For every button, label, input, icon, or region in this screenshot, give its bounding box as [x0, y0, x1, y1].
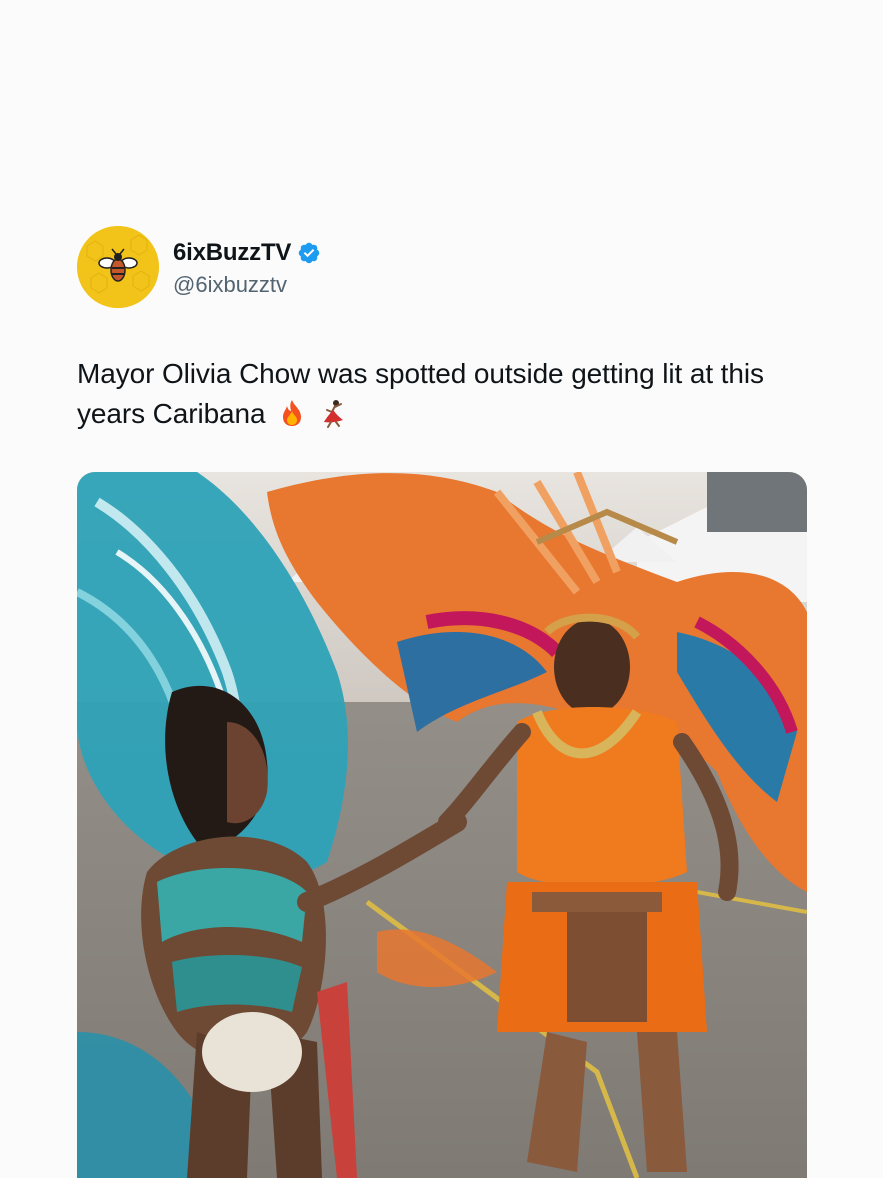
tweet-card: 6ixBuzzTV @6ixbuzztv Mayor Olivia Chow w… [77, 226, 807, 434]
fire-emoji [283, 400, 302, 426]
name-row: 6ixBuzzTV [173, 236, 321, 270]
tweet-text: Mayor Olivia Chow was spotted outside ge… [77, 354, 807, 434]
tweet-header: 6ixBuzzTV @6ixbuzztv [77, 226, 807, 308]
handle[interactable]: @6ixbuzztv [173, 272, 321, 298]
bee-logo-icon [77, 226, 159, 308]
carnival-photo [77, 472, 807, 1178]
tweet-media-photo[interactable] [77, 472, 807, 1178]
dancer-emoji [323, 400, 343, 428]
tweet-author: 6ixBuzzTV @6ixbuzztv [173, 236, 321, 298]
avatar[interactable] [77, 226, 159, 308]
display-name[interactable]: 6ixBuzzTV [173, 239, 291, 267]
tweet-text-body: Mayor Olivia Chow was spotted outside ge… [77, 358, 764, 429]
verified-badge-icon [298, 242, 320, 264]
